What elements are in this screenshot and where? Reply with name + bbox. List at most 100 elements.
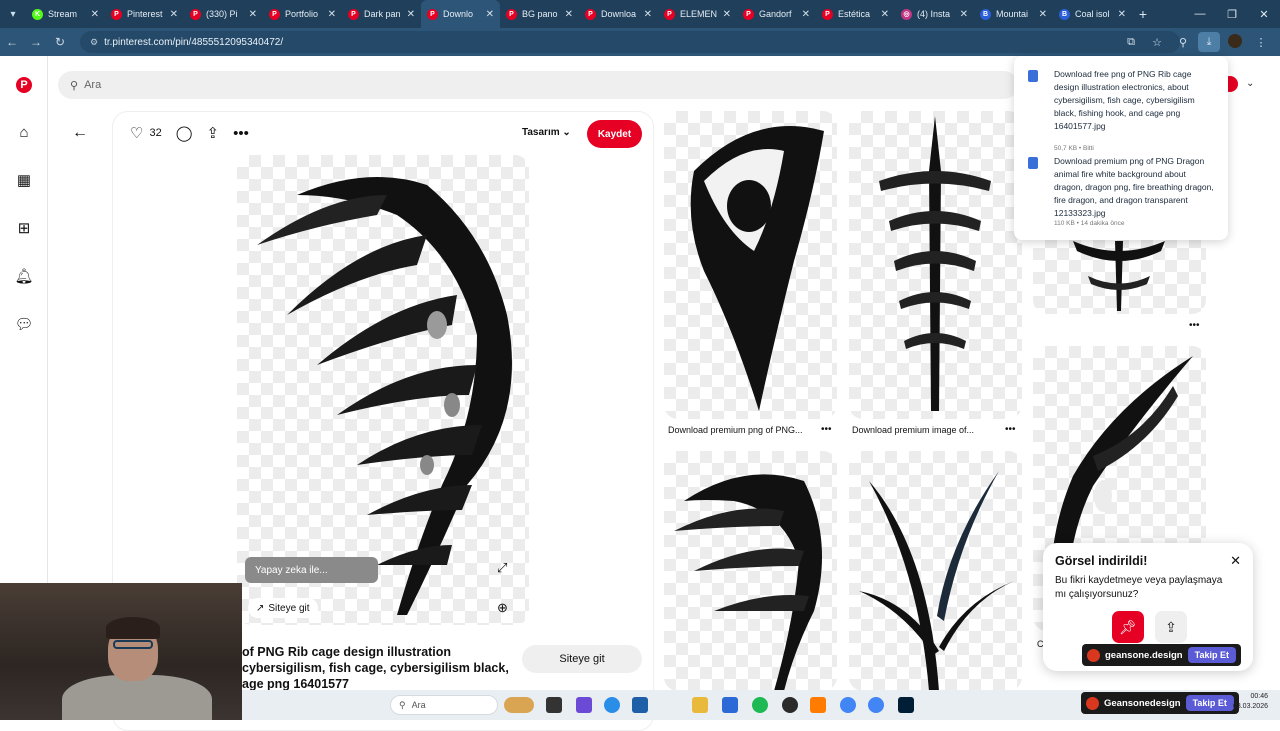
grid-pin-skull[interactable] — [664, 111, 837, 419]
downloads-icon[interactable]: ⤓ — [1198, 32, 1220, 52]
close-icon[interactable]: ✕ — [1230, 553, 1241, 569]
browser-tab[interactable]: B Coal isol ✕ — [1053, 0, 1132, 28]
tab-close-icon[interactable]: ✕ — [1039, 9, 1047, 20]
outlook-icon[interactable] — [632, 697, 648, 713]
browser-tab[interactable]: P (330) Pi ✕ — [184, 0, 263, 28]
spotify-icon[interactable] — [752, 697, 768, 713]
tab-close-icon[interactable]: ✕ — [565, 9, 573, 20]
tab-close-icon[interactable]: ✕ — [960, 9, 968, 20]
pin-title: of PNG Rib cage design illustration cybe… — [242, 645, 509, 691]
grid-pin-ribcage[interactable] — [664, 451, 837, 691]
menu-kebab-icon[interactable]: ⋮ — [1250, 36, 1272, 49]
visual-search-icon[interactable]: ⊕ — [497, 600, 508, 616]
photoshop-icon[interactable] — [898, 697, 914, 713]
share-icon[interactable]: ⇪ — [207, 124, 220, 142]
browser-tab[interactable]: P BG pano ✕ — [500, 0, 579, 28]
tab-close-icon[interactable]: ✕ — [723, 9, 731, 20]
tab-close-icon[interactable]: ✕ — [407, 9, 415, 20]
window-controls: — ❐ ✕ — [1184, 0, 1280, 28]
grid-pin-spine-2[interactable] — [1033, 236, 1206, 314]
download-item[interactable]: Download premium png of PNG Dragon anima… — [1028, 155, 1218, 231]
follow-button[interactable]: Takip Et — [1185, 695, 1234, 711]
ai-search-button[interactable]: Yapay zeka ile... — [245, 557, 378, 583]
more-options-icon[interactable]: ••• — [1005, 424, 1016, 435]
cast-icon[interactable]: ⧉ — [1120, 36, 1142, 49]
visit-site-link[interactable]: ↗ Siteye git — [248, 598, 318, 618]
pinterest-logo-icon[interactable]: P — [16, 77, 32, 93]
maximize-icon[interactable]: ❐ — [1216, 8, 1248, 21]
grid-caption[interactable]: Download premium png of PNG... — [668, 425, 803, 435]
search-input[interactable]: ⚲ Ara — [58, 71, 1018, 99]
save-button[interactable]: Kaydet — [587, 120, 642, 148]
grid-pin-thorns[interactable] — [849, 451, 1022, 691]
grid-caption[interactable]: Download premium image of... — [852, 425, 974, 435]
steam-icon[interactable] — [782, 697, 798, 713]
bookmark-star-icon[interactable]: ☆ — [1146, 36, 1168, 49]
more-options-icon[interactable]: ••• — [233, 125, 249, 142]
follow-button[interactable]: Takip Et — [1187, 647, 1236, 663]
visit-site-button[interactable]: Siteye git — [522, 645, 642, 673]
teams-icon[interactable] — [576, 697, 592, 713]
share-icon[interactable]: ⇪ — [1155, 611, 1187, 643]
profile-avatar[interactable] — [1224, 33, 1246, 51]
tab-close-icon[interactable]: ✕ — [1118, 9, 1126, 20]
reload-icon[interactable]: ↻ — [48, 35, 72, 49]
pin-main-image[interactable] — [237, 155, 529, 625]
create-icon[interactable]: ⊞ — [14, 218, 34, 238]
chrome-profile-icon[interactable] — [868, 697, 884, 713]
tab-close-icon[interactable]: ✕ — [249, 9, 257, 20]
tab-close-icon[interactable]: ✕ — [170, 9, 178, 20]
back-arrow-icon[interactable]: ← — [72, 124, 88, 142]
more-options-icon[interactable]: ••• — [821, 424, 832, 435]
close-window-icon[interactable]: ✕ — [1248, 8, 1280, 21]
messages-icon[interactable]: 💬︎ — [14, 314, 34, 334]
task-view-icon[interactable] — [546, 697, 562, 713]
file-explorer-icon[interactable] — [692, 697, 708, 713]
browser-tab[interactable]: P Downlo ✕ — [421, 0, 500, 28]
tab-favicon-icon: P — [585, 8, 596, 20]
comment-icon[interactable]: ◯ — [176, 124, 193, 142]
browser-tab[interactable]: P Gandorf ✕ — [737, 0, 816, 28]
new-tab-button[interactable]: + — [1132, 6, 1154, 22]
tab-close-icon[interactable]: ✕ — [802, 9, 810, 20]
browser-tab[interactable]: K Stream ✕ — [26, 0, 105, 28]
download-item[interactable]: Download free png of PNG Rib cage design… — [1028, 68, 1218, 152]
explore-icon[interactable]: ▦ — [14, 170, 34, 190]
extensions-icon[interactable]: ⚲ — [1172, 36, 1194, 49]
url-field[interactable]: ⚙ tr.pinterest.com/pin/4855512095340472/ — [80, 31, 1180, 53]
forward-nav-icon[interactable]: → — [24, 35, 48, 49]
notifications-bell-icon[interactable]: 🔔︎ — [14, 266, 34, 286]
back-nav-icon[interactable]: ← — [0, 35, 24, 49]
account-chevron-icon[interactable]: ⌄ — [1246, 78, 1254, 89]
tab-close-icon[interactable]: ✕ — [486, 9, 494, 20]
minimize-icon[interactable]: — — [1184, 8, 1216, 20]
tab-search-icon[interactable]: ▾ — [0, 0, 26, 28]
more-options-icon[interactable]: ••• — [1189, 320, 1200, 331]
heart-icon[interactable]: ♡ — [130, 124, 143, 142]
browser-tab[interactable]: P Estética ✕ — [816, 0, 895, 28]
system-clock[interactable]: 00:46 03.03.2026 — [1233, 692, 1268, 712]
browser-tab[interactable]: P Dark pan ✕ — [342, 0, 421, 28]
pin-save-icon[interactable]: 📌︎ — [1112, 611, 1144, 643]
browser-tab[interactable]: B Mountai ✕ — [974, 0, 1053, 28]
home-icon[interactable]: ⌂ — [14, 122, 34, 142]
tab-close-icon[interactable]: ✕ — [881, 9, 889, 20]
tab-close-icon[interactable]: ✕ — [91, 9, 99, 20]
chrome-icon[interactable] — [840, 697, 856, 713]
browser-tab[interactable]: P Pinterest ✕ — [105, 0, 184, 28]
board-selector[interactable]: Tasarım ⌄ — [522, 127, 571, 138]
illustrator-icon[interactable] — [810, 697, 826, 713]
browser-tab[interactable]: P Downloa ✕ — [579, 0, 658, 28]
store-icon[interactable] — [722, 697, 738, 713]
grid-pin-spine[interactable] — [849, 111, 1022, 419]
expand-icon[interactable]: ⤢ — [497, 560, 507, 576]
widgets-icon[interactable] — [504, 697, 534, 713]
tab-close-icon[interactable]: ✕ — [644, 9, 652, 20]
taskbar-search-input[interactable]: ⚲ Ara — [390, 695, 498, 715]
edge-icon[interactable] — [604, 697, 620, 713]
browser-tab[interactable]: P ELEMEN ✕ — [658, 0, 737, 28]
tab-close-icon[interactable]: ✕ — [328, 9, 336, 20]
browser-tab[interactable]: ◎ (4) Insta ✕ — [895, 0, 974, 28]
browser-tab[interactable]: P Portfolio ✕ — [263, 0, 342, 28]
site-info-icon[interactable]: ⚙ — [90, 37, 98, 48]
